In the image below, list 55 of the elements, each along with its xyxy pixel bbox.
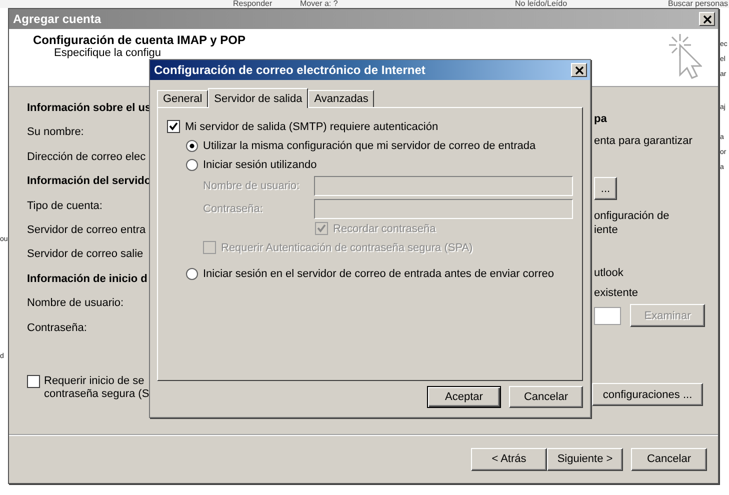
dialog-button[interactable]: ... — [594, 177, 617, 200]
field-label: Tipo de cuenta: — [27, 198, 102, 214]
wizard-button[interactable]: Siguiente > — [547, 448, 623, 470]
description-text: existente — [594, 286, 638, 300]
checkbox[interactable] — [167, 120, 180, 133]
tab[interactable]: Servidor de salida — [208, 88, 308, 108]
description-text: utlook — [594, 266, 624, 280]
section-heading: pa — [594, 112, 607, 126]
path-input-field[interactable] — [594, 306, 621, 324]
checkbox-label: Recordar contraseña — [333, 222, 436, 234]
tab[interactable]: Avanzadas — [308, 90, 374, 107]
radio-label: Utilizar la misma configuración que mi servidor de correo de entrada — [203, 140, 536, 152]
field-label: Contraseña: — [27, 320, 87, 336]
radio-label: Iniciar sesión en el servidor de correo de entrada antes de enviar correo — [203, 268, 554, 280]
input-field[interactable] — [314, 176, 573, 196]
radio-label: Iniciar sesión utilizando — [203, 158, 317, 170]
field-label: Nombre de usuario: — [27, 296, 124, 312]
dialog-button[interactable]: Aceptar — [427, 386, 501, 408]
checkbox-label: Requerir Autenticación de contraseña segura (SPA) — [221, 242, 473, 254]
input-field[interactable] — [314, 198, 573, 218]
radio-button[interactable] — [186, 268, 198, 280]
field-label: Nombre de usuario: — [203, 180, 301, 192]
toolbar-button[interactable]: Buscar personas — [668, 0, 728, 8]
cursor-click-icon — [668, 33, 702, 79]
checkbox-label: contraseña segura (S — [44, 388, 150, 401]
close-icon — [702, 14, 712, 24]
field-label: Contraseña: — [203, 202, 264, 214]
wizard-button[interactable]: < Atrás — [471, 448, 547, 470]
field-label: Dirección de correo elec — [27, 150, 146, 165]
section-subtitle: Especifique la configu — [53, 47, 162, 59]
toolbar-button[interactable]: Responder — [233, 0, 272, 8]
checkbox-label: Requerir inicio de se — [44, 374, 146, 388]
tab[interactable]: General — [157, 90, 208, 107]
description-text: onfiguración de — [594, 209, 670, 223]
window-title: Configuración de correo electrónico de Internet — [154, 63, 426, 77]
close-icon — [574, 66, 584, 74]
radio-button[interactable] — [186, 140, 198, 152]
dialog-button[interactable]: Cancelar — [509, 386, 583, 408]
checkbox[interactable] — [27, 374, 40, 388]
dialog-button[interactable]: configuraciones ... — [592, 383, 703, 406]
wizard-button[interactable]: Cancelar — [631, 448, 707, 470]
description-text: enta para garantizar — [594, 134, 692, 148]
field-label: Servidor de correo entra — [27, 222, 146, 238]
close-button[interactable] — [699, 12, 715, 26]
field-label: Su nombre: — [27, 125, 84, 140]
checkbox-label: Mi servidor de salida (SMTP) requiere autenticación — [185, 120, 438, 132]
toolbar-button[interactable]: Mover a: ? — [300, 0, 338, 8]
window-title: Agregar cuenta — [13, 12, 102, 26]
field-label: Servidor de correo salie — [27, 247, 144, 262]
section-heading: Información de inicio d — [27, 272, 148, 287]
toolbar-button[interactable]: No leído/Leído — [515, 0, 568, 8]
radio-button[interactable] — [186, 158, 198, 170]
close-button[interactable] — [571, 63, 587, 77]
section-title: Configuración de cuenta IMAP y POP — [33, 33, 246, 47]
description-text: iente — [594, 223, 618, 237]
